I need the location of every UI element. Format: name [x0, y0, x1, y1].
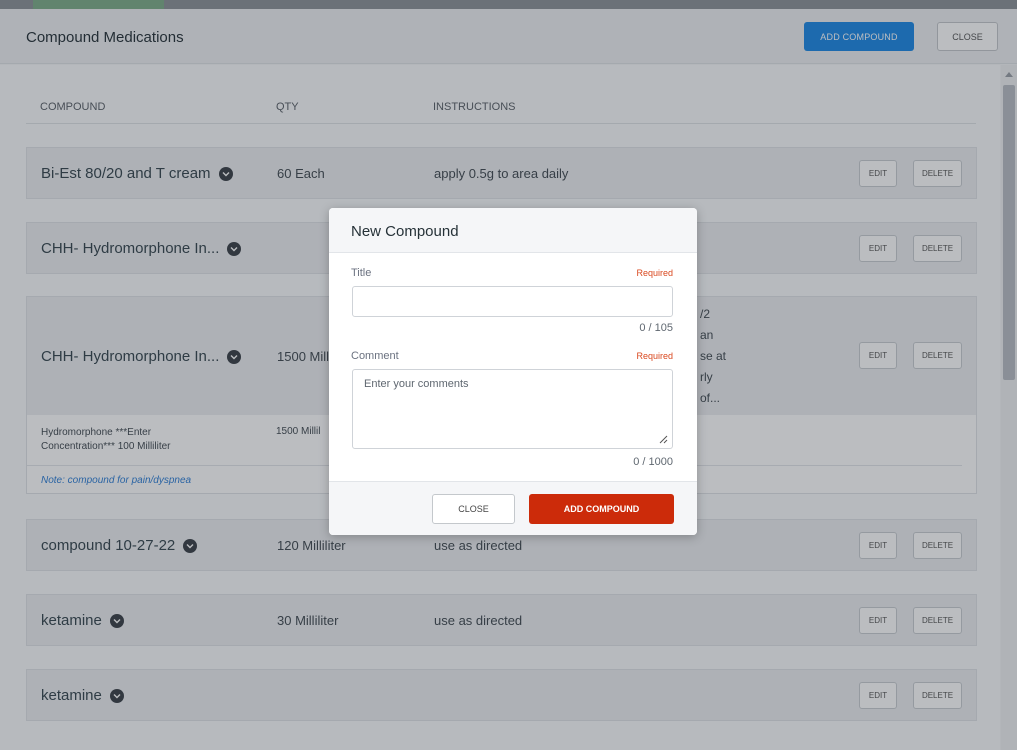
comment-textarea[interactable]: Enter your comments	[352, 369, 673, 449]
dialog-header: New Compound	[329, 208, 697, 253]
title-input[interactable]	[352, 286, 673, 317]
dialog-footer: CLOSE ADD COMPOUND	[329, 481, 697, 535]
comment-char-counter: 0 / 1000	[633, 456, 673, 468]
dialog-title: New Compound	[351, 223, 459, 240]
dialog-add-compound-button[interactable]: ADD COMPOUND	[529, 494, 674, 524]
comment-required-indicator: Required	[636, 351, 673, 361]
comment-placeholder: Enter your comments	[364, 378, 469, 390]
title-label: Title	[351, 267, 372, 279]
title-required-indicator: Required	[636, 268, 673, 278]
resize-handle-icon[interactable]	[658, 434, 668, 444]
comment-label: Comment	[351, 350, 399, 362]
new-compound-dialog: New Compound Title Required 0 / 105 Comm…	[329, 208, 697, 535]
title-char-counter: 0 / 105	[639, 322, 673, 334]
dialog-close-button[interactable]: CLOSE	[432, 494, 515, 524]
